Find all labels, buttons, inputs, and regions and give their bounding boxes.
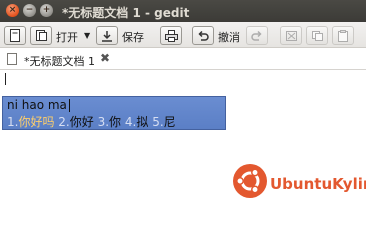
open-label[interactable]: 打开 — [56, 29, 78, 45]
window-maximize-button[interactable]: + — [40, 4, 53, 17]
paste-icon — [338, 29, 348, 42]
close-icon: × — [8, 5, 17, 15]
copy-button[interactable] — [306, 26, 328, 45]
copy-icon — [311, 30, 323, 41]
tab-close-icon[interactable]: ✖ — [100, 51, 110, 65]
maximize-icon: + — [42, 5, 51, 15]
cut-button[interactable] — [280, 26, 302, 45]
open-dropdown-arrow-icon[interactable]: ▼ — [84, 31, 90, 40]
window-title: *无标题文档 1 - gedit — [62, 6, 190, 20]
ime-candidate-window: ni hao ma 1.你好吗 2.你好 3.你 4.拟 5.尼 — [2, 96, 226, 130]
new-document-icon — [10, 29, 20, 42]
ime-candidate-5[interactable]: 5.尼 — [152, 115, 175, 129]
title-bar: × − + *无标题文档 1 - gedit — [0, 0, 366, 22]
ubuntu-circle-of-friends-icon — [233, 164, 267, 198]
ime-candidate-2[interactable]: 2.你好 — [58, 115, 93, 129]
logo-text: UbuntuKylin — [270, 175, 366, 193]
save-icon — [102, 30, 112, 42]
document-tab-bar: *无标题文档 1 ✖ — [0, 48, 366, 70]
save-button[interactable] — [96, 26, 118, 45]
ime-cursor — [69, 99, 70, 112]
toolbar: 打开 ▼ 保存 撤消 — [0, 22, 366, 48]
ime-candidate-4[interactable]: 4.拟 — [125, 115, 148, 129]
minimize-icon: − — [25, 5, 34, 15]
window-minimize-button[interactable]: − — [23, 4, 36, 17]
ime-candidate-3[interactable]: 3.你 — [98, 115, 121, 129]
window-close-button[interactable]: × — [6, 4, 19, 17]
open-button[interactable] — [30, 26, 52, 45]
undo-label[interactable]: 撤消 — [218, 29, 240, 45]
print-button[interactable] — [160, 26, 182, 45]
ime-candidate-1[interactable]: 1.你好吗 — [7, 115, 54, 129]
redo-button[interactable] — [246, 26, 268, 45]
undo-icon — [198, 30, 209, 41]
save-label[interactable]: 保存 — [122, 29, 144, 45]
undo-button[interactable] — [192, 26, 214, 45]
text-cursor — [5, 73, 6, 85]
document-icon — [7, 53, 17, 65]
cut-icon — [285, 30, 297, 41]
redo-icon — [251, 30, 262, 41]
paste-button[interactable] — [332, 26, 354, 45]
ime-candidate-list: 1.你好吗 2.你好 3.你 4.拟 5.尼 — [7, 113, 176, 130]
tab-document-1[interactable]: *无标题文档 1 — [24, 53, 95, 69]
ime-preedit-text: ni hao ma — [7, 98, 67, 112]
open-file-icon — [35, 30, 47, 41]
printer-icon — [164, 29, 178, 42]
ubuntukylin-logo: UbuntuKylin — [230, 160, 366, 202]
new-document-button[interactable] — [4, 26, 26, 45]
